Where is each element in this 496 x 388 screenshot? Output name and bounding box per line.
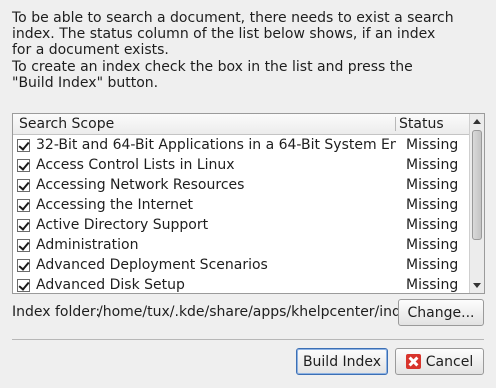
checkbox[interactable] xyxy=(17,139,30,152)
scope-title: Administration xyxy=(36,237,139,253)
change-folder-button[interactable]: Change... xyxy=(398,299,484,326)
list-item[interactable]: Accessing Network Resources Missing xyxy=(13,176,469,196)
scope-title: Advanced Deployment Scenarios xyxy=(36,257,268,273)
instructions-line: "Build Index" button. xyxy=(12,74,159,91)
column-separator[interactable] xyxy=(395,117,396,131)
instructions-line: To create an index check the box in the … xyxy=(12,58,413,75)
scope-status: Missing xyxy=(406,257,459,273)
scroll-track[interactable] xyxy=(471,130,483,277)
build-index-button[interactable]: Build Index xyxy=(296,348,388,375)
checkbox[interactable] xyxy=(17,259,30,272)
cancel-button-label: Cancel xyxy=(425,353,474,370)
search-scope-list[interactable]: Search Scope Status 32-Bit and 64-Bit Ap… xyxy=(12,113,485,294)
list-item[interactable]: Accessing the Internet Missing xyxy=(13,196,469,216)
checkbox[interactable] xyxy=(17,159,30,172)
arrow-down-icon xyxy=(473,283,481,288)
cancel-button[interactable]: Cancel xyxy=(395,348,484,375)
column-header-status[interactable]: Status xyxy=(399,116,444,132)
instructions-line: index. The status column of the list bel… xyxy=(12,26,436,43)
instructions-line: for a document exists. xyxy=(12,42,169,59)
list-header: Search Scope Status xyxy=(13,114,469,135)
dialog-divider xyxy=(12,339,484,340)
instructions-text: To be able to search a document, there n… xyxy=(12,10,482,91)
scope-status: Missing xyxy=(406,197,459,213)
scroll-thumb[interactable] xyxy=(472,130,482,240)
scope-status: Missing xyxy=(406,217,459,233)
index-folder-label: Index folder: xyxy=(12,304,101,320)
scope-status: Missing xyxy=(406,177,459,193)
scope-status: Missing xyxy=(406,137,459,153)
list-item[interactable]: Advanced Disk Setup Missing xyxy=(13,276,469,293)
scroll-down-arrow[interactable] xyxy=(471,279,483,292)
instructions-line: To be able to search a document, there n… xyxy=(12,10,454,26)
checkbox[interactable] xyxy=(17,279,30,292)
scope-title: Access Control Lists in Linux xyxy=(36,157,235,173)
list-rows: 32-Bit and 64-Bit Applications in a 64-B… xyxy=(13,136,469,293)
arrow-up-icon xyxy=(473,119,481,124)
checkbox[interactable] xyxy=(17,219,30,232)
list-item[interactable]: Active Directory Support Missing xyxy=(13,216,469,236)
column-header-search-scope[interactable]: Search Scope xyxy=(19,116,114,132)
scope-status: Missing xyxy=(406,237,459,253)
index-folder-path: /home/tux/.kde/share/apps/khelpcenter/in… xyxy=(98,304,423,320)
checkbox[interactable] xyxy=(17,199,30,212)
list-item[interactable]: Access Control Lists in Linux Missing xyxy=(13,156,469,176)
list-item[interactable]: 32-Bit and 64-Bit Applications in a 64-B… xyxy=(13,136,469,156)
scope-title: Accessing Network Resources xyxy=(36,177,245,193)
scope-title: Active Directory Support xyxy=(36,217,209,233)
checkbox[interactable] xyxy=(17,179,30,192)
scope-title: 32-Bit and 64-Bit Applications in a 64-B… xyxy=(36,137,396,153)
list-item[interactable]: Advanced Deployment Scenarios Missing xyxy=(13,256,469,276)
scroll-up-arrow[interactable] xyxy=(471,115,483,128)
scope-title: Accessing the Internet xyxy=(36,197,194,213)
list-item[interactable]: Administration Missing xyxy=(13,236,469,256)
scope-status: Missing xyxy=(406,157,459,173)
scope-status: Missing xyxy=(406,277,459,293)
cancel-icon xyxy=(405,354,421,369)
scope-title: Advanced Disk Setup xyxy=(36,277,185,293)
checkbox[interactable] xyxy=(17,239,30,252)
vertical-scrollbar[interactable] xyxy=(469,114,484,293)
